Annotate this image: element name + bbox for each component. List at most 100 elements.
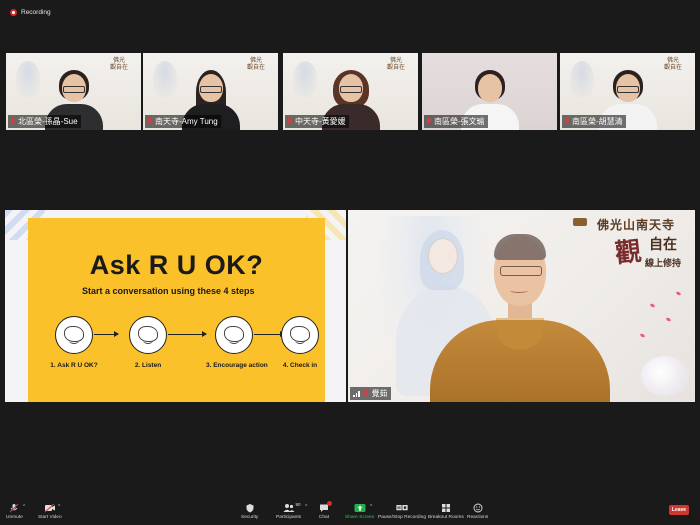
mic-muted-icon (147, 118, 153, 125)
listen-illustration-icon (129, 316, 167, 354)
participant-name: 南區榮-胡慧清 (572, 117, 623, 126)
participant-tile[interactable]: 佛光 觀自在 北區榮-孫晶-Sue (6, 53, 141, 130)
mic-muted-icon (287, 118, 293, 125)
arrow-right-icon (94, 331, 119, 337)
leave-button[interactable]: Leave (669, 505, 689, 515)
chat-button[interactable]: Chat (318, 501, 332, 520)
backdrop-guanyin (16, 61, 40, 97)
chevron-up-icon[interactable]: ^ (58, 504, 60, 510)
backdrop-calligraphy: 佛光 觀自在 (386, 57, 405, 71)
share-screen-icon (354, 503, 366, 513)
mic-muted-icon (426, 118, 432, 125)
participant-name-label: 南天寺-Amy Tung (145, 115, 221, 128)
calligraphy-online-practice: 線上修持 (644, 259, 681, 269)
breakout-rooms-icon (440, 503, 452, 513)
backdrop-calligraphy: 佛光 觀自在 (109, 57, 128, 71)
pause-stop-icon (396, 503, 408, 513)
start-video-label: Start Video (38, 515, 62, 520)
breakout-rooms-label: Breakout Rooms (428, 515, 464, 520)
speaker-scalp (494, 234, 546, 260)
participants-button[interactable]: 90 Participants (276, 502, 302, 520)
step-label: 2. Listen (134, 362, 162, 369)
mic-muted-icon (8, 503, 20, 513)
step-label: 1. Ask R U OK? (50, 362, 98, 369)
breakout-rooms-button[interactable]: Breakout Rooms (428, 503, 464, 520)
meeting-toolbar: Unmute ^ Start Video ^ Security 90 Parti… (0, 499, 700, 525)
reactions-label: Reactions (467, 515, 489, 520)
speaker-glasses (500, 266, 542, 276)
active-speaker-video[interactable]: 佛光山南天寺 觀 自在 線上修持 覺茹 (348, 210, 695, 402)
shield-icon (244, 503, 256, 513)
step-item: 4. Check in (272, 316, 328, 369)
speaker-mouth (510, 288, 528, 293)
speaker-name: 覺茹 (371, 389, 388, 398)
participant-name: 中天寺-黃愛媛 (295, 117, 346, 126)
chevron-up-icon[interactable]: ^ (370, 504, 372, 510)
participants-count: 90 (295, 502, 301, 507)
ruok-slide: Ask R U OK? Start a conversation using t… (28, 218, 325, 402)
participant-name: 北區榮-孫晶-Sue (18, 117, 78, 126)
step-label: 4. Check in (282, 362, 318, 369)
notification-badge (327, 501, 332, 506)
backdrop-calligraphy: 佛光 觀自在 (663, 57, 682, 71)
participant-name-label: 中天寺-黃愛媛 (285, 115, 349, 128)
calligraphy-zizai: 自在 (649, 237, 677, 253)
backdrop-guanyin (293, 61, 317, 97)
ask-illustration-icon (55, 316, 93, 354)
mic-muted-icon (363, 390, 369, 397)
participant-tile[interactable]: 佛光 觀自在 南區榮-胡慧清 (560, 53, 695, 130)
participant-name-label: 南區榮-胡慧清 (562, 115, 626, 128)
petal-decor (675, 290, 682, 297)
participant-name-label: 南區榮-張文瑜 (424, 115, 488, 128)
share-screen-label: Share Screen (345, 515, 375, 520)
participants-label: Participants (276, 515, 302, 520)
reactions-button[interactable]: Reactions (467, 503, 488, 520)
arrow-right-icon (168, 331, 207, 337)
recording-indicator[interactable]: Recording (10, 9, 51, 16)
step-item: 3. Encourage action (206, 316, 268, 369)
chat-label: Chat (318, 515, 330, 520)
step-item: 2. Listen (120, 316, 176, 369)
step-item: 1. Ask R U OK? (46, 316, 102, 369)
smiley-icon (472, 503, 484, 513)
backdrop-guanyin (570, 61, 594, 97)
steps-flow: 1. Ask R U OK? 2. Listen 3. Encourage ac… (46, 316, 319, 376)
speaker-name-label: 覺茹 (350, 387, 391, 400)
slide-subtitle: Start a conversation using these 4 steps (82, 286, 255, 296)
step-label: 3. Encourage action (206, 362, 268, 369)
pause-stop-recording-button[interactable]: Pause/Stop Recording (378, 503, 426, 520)
unmute-button[interactable]: Unmute (6, 503, 23, 520)
signal-strength-icon (353, 390, 360, 397)
participant-tile[interactable]: 佛光 觀自在 中天寺-黃愛媛 (283, 53, 418, 130)
security-label: Security (241, 515, 259, 520)
unmute-label: Unmute (6, 515, 23, 520)
encourage-illustration-icon (215, 316, 253, 354)
petal-decor (649, 302, 656, 309)
temple-seal-icon (573, 218, 587, 226)
chevron-up-icon[interactable]: ^ (23, 504, 25, 510)
participant-name: 南區榮-張文瑜 (434, 117, 485, 126)
calligraphy-guan: 觀 (613, 236, 643, 270)
chevron-up-icon[interactable]: ^ (305, 504, 307, 510)
slide-title: Ask R U OK? (89, 250, 264, 280)
video-off-icon (44, 503, 56, 513)
participant-name-label: 北區榮-孫晶-Sue (8, 115, 81, 128)
backdrop-guanyin (153, 61, 177, 97)
shared-screen[interactable]: Ask R U OK? Start a conversation using t… (5, 210, 346, 402)
participant-tile[interactable]: 南區榮-張文瑜 (422, 53, 557, 130)
participant-name: 南天寺-Amy Tung (155, 117, 218, 126)
petal-decor (639, 332, 646, 339)
petal-decor (665, 316, 672, 323)
backdrop-calligraphy: 佛光 觀自在 (246, 57, 265, 71)
mic-muted-icon (564, 118, 570, 125)
recording-label: Recording (21, 9, 51, 16)
record-icon (10, 9, 17, 16)
participants-icon: 90 (283, 502, 301, 513)
checkin-illustration-icon (281, 316, 319, 354)
mic-muted-icon (10, 118, 16, 125)
pause-stop-label: Pause/Stop Recording (378, 515, 426, 520)
security-button[interactable]: Security (241, 503, 258, 520)
chat-icon (318, 501, 332, 513)
participant-tile[interactable]: 佛光 觀自在 南天寺-Amy Tung (143, 53, 278, 130)
backdrop-figure (641, 356, 689, 396)
